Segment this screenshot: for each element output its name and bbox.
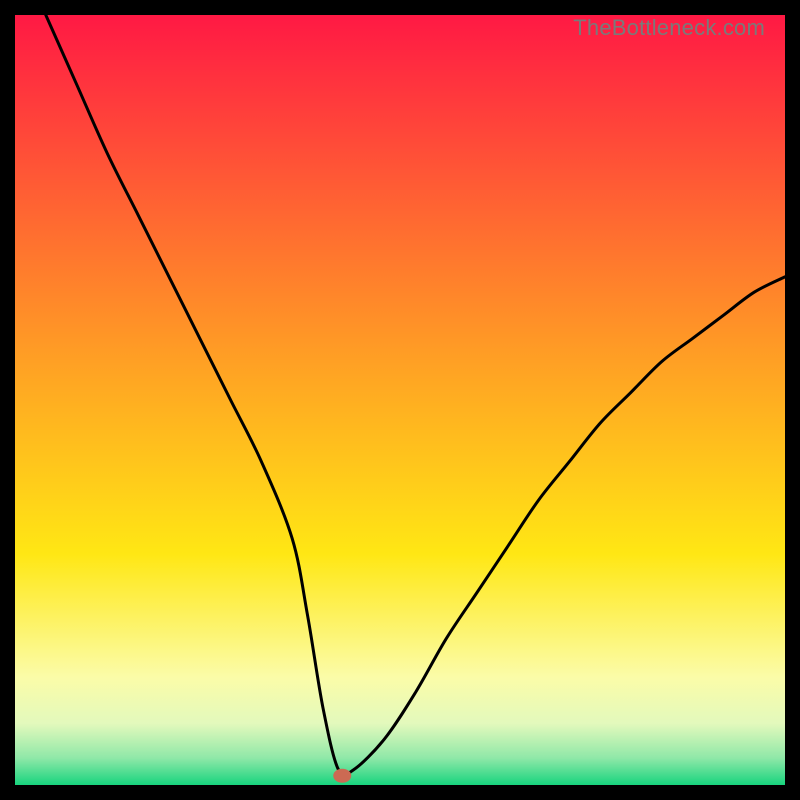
watermark-text: TheBottleneck.com bbox=[573, 15, 765, 41]
gradient-background bbox=[15, 15, 785, 785]
chart-svg bbox=[15, 15, 785, 785]
chart-frame: TheBottleneck.com bbox=[15, 15, 785, 785]
optimal-point-marker bbox=[333, 769, 351, 783]
